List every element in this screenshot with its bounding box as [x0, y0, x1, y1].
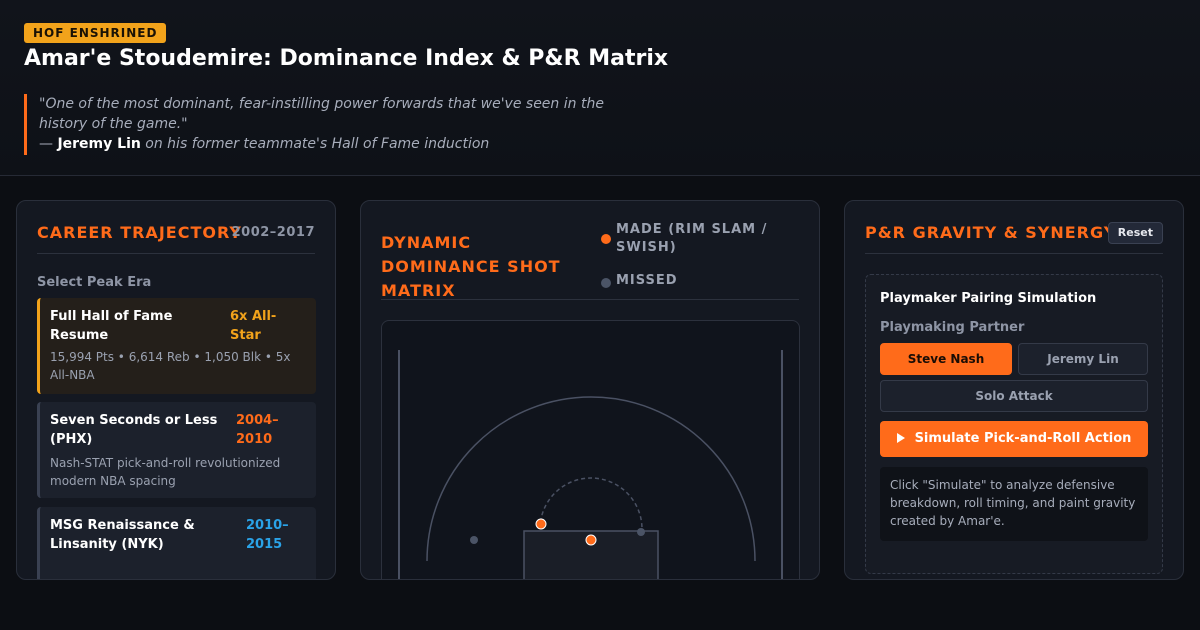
- partner-label: Playmaking Partner: [880, 320, 1025, 335]
- reset-button[interactable]: Reset: [1107, 222, 1163, 244]
- era-name: Seven Seconds or Less (PHX): [50, 413, 218, 447]
- court-svg: [398, 350, 783, 579]
- shot-missed[interactable]: [470, 536, 478, 544]
- simulation-box: Playmaker Pairing Simulation Playmaking …: [865, 274, 1163, 574]
- missed-dot-icon: [601, 278, 611, 288]
- era-tag: 2010–2015: [246, 518, 289, 552]
- divider: [865, 253, 1163, 254]
- partner-option-steve-nash[interactable]: Steve Nash: [880, 343, 1012, 375]
- pnr-panel: P&R GRAVITY & SYNERGY Reset Playmaker Pa…: [844, 200, 1184, 580]
- hof-badge: HOF ENSHRINED: [24, 23, 167, 43]
- era-name: Full Hall of Fame Resume: [50, 309, 173, 343]
- divider: [381, 299, 799, 300]
- era-tag: 2004–2010: [236, 413, 279, 447]
- partner-option-solo-attack[interactable]: Solo Attack: [880, 380, 1148, 412]
- shot-matrix-panel: DYNAMIC DOMINANCE SHOT MATRIX MADE (RIM …: [360, 200, 820, 580]
- pnr-title: P&R GRAVITY & SYNERGY: [865, 223, 1117, 242]
- era-card-full-resume[interactable]: Full Hall of Fame Resume 6x All-Star 15,…: [37, 298, 316, 394]
- career-panel: CAREER TRAJECTORY 2002–2017 Select Peak …: [16, 200, 336, 580]
- era-desc: 15,994 Pts • 6,614 Reb • 1,050 Blk • 5x …: [50, 350, 291, 382]
- page-title: Amar'e Stoudemire: Dominance Index & P&R…: [24, 46, 669, 71]
- shot-missed[interactable]: [637, 528, 645, 536]
- attr-name: Jeremy Lin: [57, 136, 141, 152]
- era-tag: 6x All-Star: [230, 309, 277, 343]
- partner-option-jeremy-lin[interactable]: Jeremy Lin: [1018, 343, 1148, 375]
- shot-court[interactable]: [381, 320, 800, 579]
- sim-title: Playmaker Pairing Simulation: [880, 291, 1097, 306]
- legend-missed-label: MISSED: [616, 273, 678, 288]
- career-title: CAREER TRAJECTORY: [37, 223, 242, 242]
- play-icon: [896, 433, 905, 443]
- simulate-button[interactable]: Simulate Pick-and-Roll Action: [880, 421, 1148, 457]
- era-card-nyk[interactable]: MSG Renaissance & Linsanity (NYK) 2010–2…: [37, 507, 316, 579]
- era-name: MSG Renaissance & Linsanity (NYK): [50, 518, 195, 552]
- simulate-label: Simulate Pick-and-Roll Action: [914, 431, 1132, 446]
- legend-made: MADE (RIM SLAM / SWISH): [601, 221, 771, 257]
- simulation-output: Click "Simulate" to analyze defensive br…: [880, 467, 1148, 541]
- attr-dash: —: [39, 136, 58, 152]
- quote-line-1: "One of the most dominant, fear-instilli…: [39, 96, 604, 112]
- era-card-phx[interactable]: Seven Seconds or Less (PHX) 2004–2010 Na…: [37, 402, 316, 498]
- quote-block: "One of the most dominant, fear-instilli…: [24, 94, 624, 155]
- page-header: HOF ENSHRINED Amar'e Stoudemire: Dominan…: [0, 0, 1200, 176]
- legend-missed: MISSED: [601, 273, 678, 288]
- divider: [37, 253, 315, 254]
- career-years: 2002–2017: [231, 225, 315, 240]
- legend-made-label: MADE (RIM SLAM / SWISH): [616, 222, 768, 255]
- matrix-title: DYNAMIC DOMINANCE SHOT MATRIX: [381, 233, 561, 300]
- quote-line-2: history of the game.": [39, 116, 188, 132]
- shot-made[interactable]: [535, 518, 547, 530]
- free-throw-circle: [539, 477, 643, 530]
- attr-context: on his former teammate's Hall of Fame in…: [140, 136, 490, 152]
- era-desc: Nash-STAT pick-and-roll revolutionized m…: [50, 456, 281, 488]
- quote-attribution: — Jeremy Lin on his former teammate's Ha…: [39, 134, 624, 154]
- made-dot-icon: [601, 234, 611, 244]
- shot-made[interactable]: [585, 534, 597, 546]
- era-select-label: Select Peak Era: [37, 275, 152, 290]
